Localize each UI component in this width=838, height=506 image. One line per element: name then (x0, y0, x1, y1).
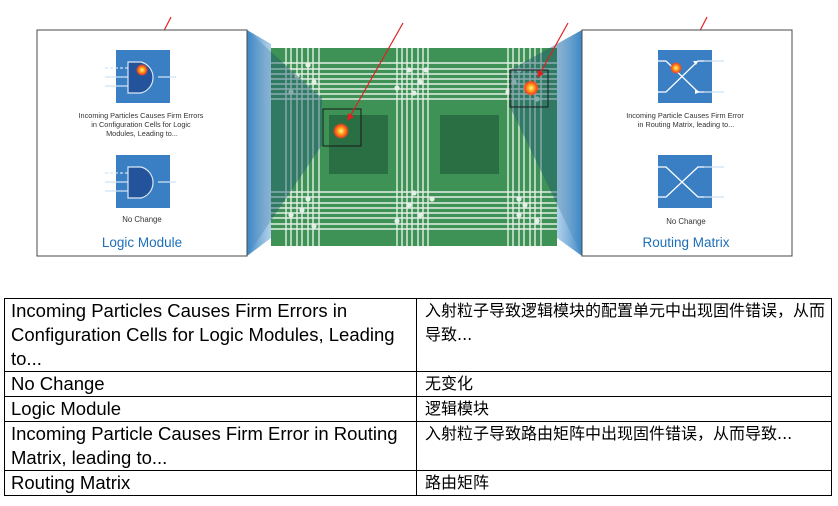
switch-node (417, 212, 423, 218)
chinese-cell: 入射粒子导致路由矩阵中出现固件错误，从而导致... (416, 421, 832, 471)
routing-matrix-panel: Incoming Particle Causes Firm Error in R… (581, 29, 793, 257)
translation-table: Incoming Particles Causes Firm Errors in… (4, 298, 832, 496)
english-cell: No Change (4, 371, 417, 397)
table-row: Routing Matrix 路由矩阵 (4, 470, 832, 496)
right-fan-edge (557, 30, 582, 256)
switch-node (394, 85, 400, 91)
switch-node (406, 202, 412, 208)
left-bottom-caption: No Change (122, 215, 161, 224)
switch-node (411, 90, 417, 96)
switch-node (305, 62, 311, 68)
logic-module-panel: Incoming Particles Causes Firm Errors in… (36, 29, 248, 257)
table-row: No Change 无变化 (4, 371, 832, 397)
routing-matrix-title: Routing Matrix (642, 235, 729, 250)
english-cell: Logic Module (4, 396, 417, 422)
particle-hit-icon (333, 123, 349, 139)
switch-node (516, 212, 522, 218)
table-row: Logic Module 逻辑模块 (4, 396, 832, 422)
switch-node (406, 67, 412, 73)
chinese-cell: 逻辑模块 (416, 396, 832, 422)
switch-node (429, 196, 435, 202)
switch-node (305, 196, 311, 202)
particle-hit-icon (523, 80, 539, 96)
switch-node (516, 196, 522, 202)
switch-node (311, 223, 317, 229)
logic-module-title: Logic Module (102, 235, 182, 250)
switch-node (394, 218, 400, 224)
switch-node (522, 202, 528, 208)
right-bottom-caption: No Change (666, 217, 705, 226)
english-cell: Incoming Particles Causes Firm Errors in… (4, 298, 417, 372)
english-cell: Routing Matrix (4, 470, 417, 496)
fpga-firm-error-diagram: Incoming Particles Causes Firm Errors in… (36, 16, 793, 257)
switch-node (417, 79, 423, 85)
switch-node (288, 212, 294, 218)
logic-block-right (440, 115, 499, 174)
chinese-cell: 路由矩阵 (416, 470, 832, 496)
table-row: Incoming Particle Causes Firm Error in R… (4, 421, 832, 471)
switch-node (423, 67, 429, 73)
english-cell: Incoming Particle Causes Firm Error in R… (4, 421, 417, 471)
switch-node (411, 190, 417, 196)
chinese-cell: 无变化 (416, 371, 832, 397)
chinese-cell: 入射粒子导致逻辑模块的配置单元中出现固件错误，从而导致... (416, 298, 832, 372)
right-top-caption: Incoming Particle Causes Firm Error in R… (626, 111, 746, 129)
switch-node (299, 207, 305, 213)
left-fan-edge (247, 30, 271, 256)
table-row: Incoming Particles Causes Firm Errors in… (4, 298, 832, 372)
switch-node (534, 218, 540, 224)
